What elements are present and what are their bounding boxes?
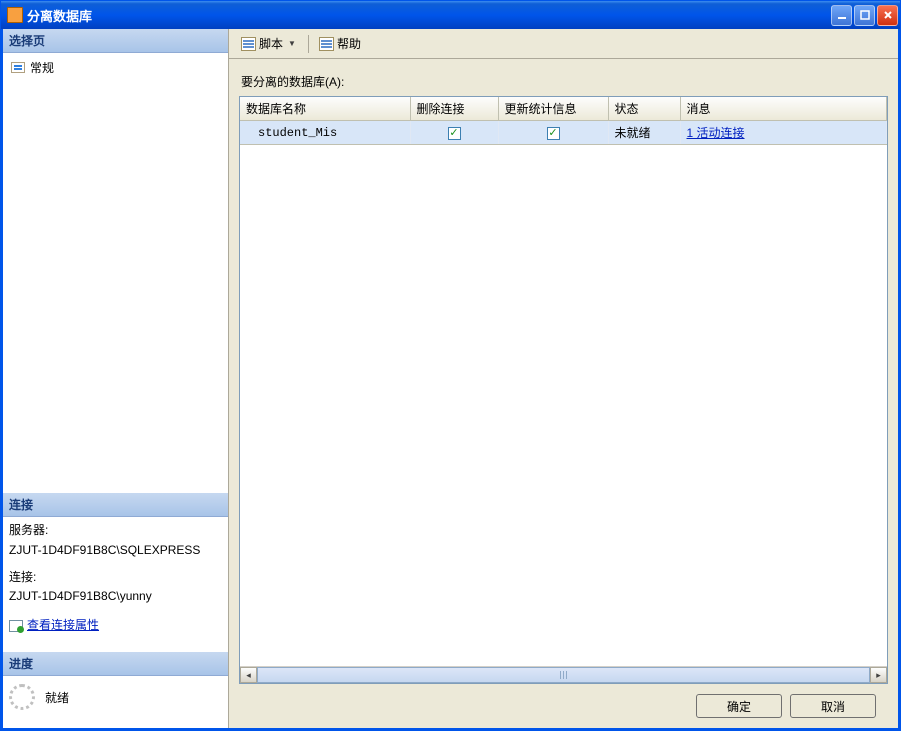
script-button[interactable]: 脚本 ▼ bbox=[237, 33, 302, 54]
toolbar: 脚本 ▼ 帮助 bbox=[229, 29, 898, 59]
cell-drop-connections: ✓ bbox=[410, 121, 498, 145]
progress-section: 进度 就绪 bbox=[3, 652, 228, 728]
scroll-thumb[interactable] bbox=[257, 667, 870, 683]
cell-message: 1 活动连接 bbox=[680, 121, 887, 145]
connection-section: 连接 服务器: ZJUT-1D4DF91B8C\SQLEXPRESS 连接: Z… bbox=[3, 493, 228, 652]
select-page-header: 选择页 bbox=[3, 29, 228, 53]
progress-header: 进度 bbox=[3, 652, 228, 676]
help-button[interactable]: 帮助 bbox=[315, 33, 365, 54]
help-icon bbox=[319, 37, 334, 51]
connection-header: 连接 bbox=[3, 493, 228, 517]
table-row[interactable]: student_Mis ✓ ✓ 未就绪 1 活动连接 bbox=[240, 121, 887, 145]
content: 要分离的数据库(A): 数据库名称 删除连接 更新统计信息 状态 bbox=[229, 59, 898, 728]
right-pane: 脚本 ▼ 帮助 要分离的数据库(A): bbox=[229, 29, 898, 728]
dialog-window: 分离数据库 选择页 常规 bbox=[0, 0, 901, 731]
minimize-icon bbox=[837, 10, 847, 20]
spacer bbox=[3, 82, 228, 493]
page-general[interactable]: 常规 bbox=[9, 57, 222, 78]
view-connection-props-link[interactable]: 查看连接属性 bbox=[9, 616, 99, 635]
page-icon bbox=[11, 62, 25, 73]
app-icon bbox=[7, 7, 23, 23]
scroll-track[interactable] bbox=[257, 667, 870, 683]
script-label: 脚本 bbox=[259, 35, 283, 52]
cell-state: 未就绪 bbox=[608, 121, 680, 145]
left-pane: 选择页 常规 连接 服务器: ZJUT-1D4DF91B8C\SQLEXPRES… bbox=[3, 29, 229, 728]
active-connections-link[interactable]: 1 活动连接 bbox=[687, 126, 745, 140]
chevron-down-icon: ▼ bbox=[286, 39, 298, 48]
maximize-button[interactable] bbox=[854, 5, 875, 26]
window-title: 分离数据库 bbox=[27, 6, 831, 25]
col-state[interactable]: 状态 bbox=[608, 97, 680, 121]
horizontal-scrollbar[interactable]: ◂ ▸ bbox=[240, 666, 887, 683]
content-prompt: 要分离的数据库(A): bbox=[241, 73, 888, 90]
script-icon bbox=[241, 37, 256, 51]
cell-update-stats: ✓ bbox=[498, 121, 608, 145]
col-message[interactable]: 消息 bbox=[680, 97, 887, 121]
maximize-icon bbox=[860, 10, 870, 20]
close-button[interactable] bbox=[877, 5, 898, 26]
progress-status: 就绪 bbox=[45, 689, 69, 706]
progress-spinner-icon bbox=[9, 684, 35, 710]
cell-dbname: student_Mis bbox=[240, 121, 410, 145]
grid-header-row: 数据库名称 删除连接 更新统计信息 状态 消息 bbox=[240, 97, 887, 121]
scroll-left-button[interactable]: ◂ bbox=[240, 667, 257, 683]
help-label: 帮助 bbox=[337, 35, 361, 52]
scroll-right-button[interactable]: ▸ bbox=[870, 667, 887, 683]
body: 选择页 常规 连接 服务器: ZJUT-1D4DF91B8C\SQLEXPRES… bbox=[1, 29, 900, 730]
col-dbname[interactable]: 数据库名称 bbox=[240, 97, 410, 121]
page-general-label: 常规 bbox=[30, 59, 54, 76]
conn-label: 连接: bbox=[9, 568, 222, 587]
select-page-section: 选择页 常规 bbox=[3, 29, 228, 82]
close-icon bbox=[883, 10, 893, 20]
databases-grid: 数据库名称 删除连接 更新统计信息 状态 消息 student_Mis bbox=[239, 96, 888, 684]
drop-connections-checkbox[interactable]: ✓ bbox=[448, 127, 461, 140]
properties-icon bbox=[9, 620, 23, 632]
server-label: 服务器: bbox=[9, 521, 222, 540]
footer: 确定 取消 bbox=[239, 684, 888, 728]
minimize-button[interactable] bbox=[831, 5, 852, 26]
update-stats-checkbox[interactable]: ✓ bbox=[547, 127, 560, 140]
col-drop-connections[interactable]: 删除连接 bbox=[410, 97, 498, 121]
col-update-stats[interactable]: 更新统计信息 bbox=[498, 97, 608, 121]
toolbar-separator bbox=[308, 35, 309, 53]
grid-empty-area bbox=[240, 145, 887, 666]
server-value: ZJUT-1D4DF91B8C\SQLEXPRESS bbox=[9, 541, 222, 560]
ok-button[interactable]: 确定 bbox=[696, 694, 782, 718]
conn-value: ZJUT-1D4DF91B8C\yunny bbox=[9, 587, 222, 606]
grid-table: 数据库名称 删除连接 更新统计信息 状态 消息 student_Mis bbox=[240, 97, 887, 145]
view-connection-props-label: 查看连接属性 bbox=[27, 616, 99, 635]
titlebar[interactable]: 分离数据库 bbox=[1, 1, 900, 29]
cancel-button[interactable]: 取消 bbox=[790, 694, 876, 718]
